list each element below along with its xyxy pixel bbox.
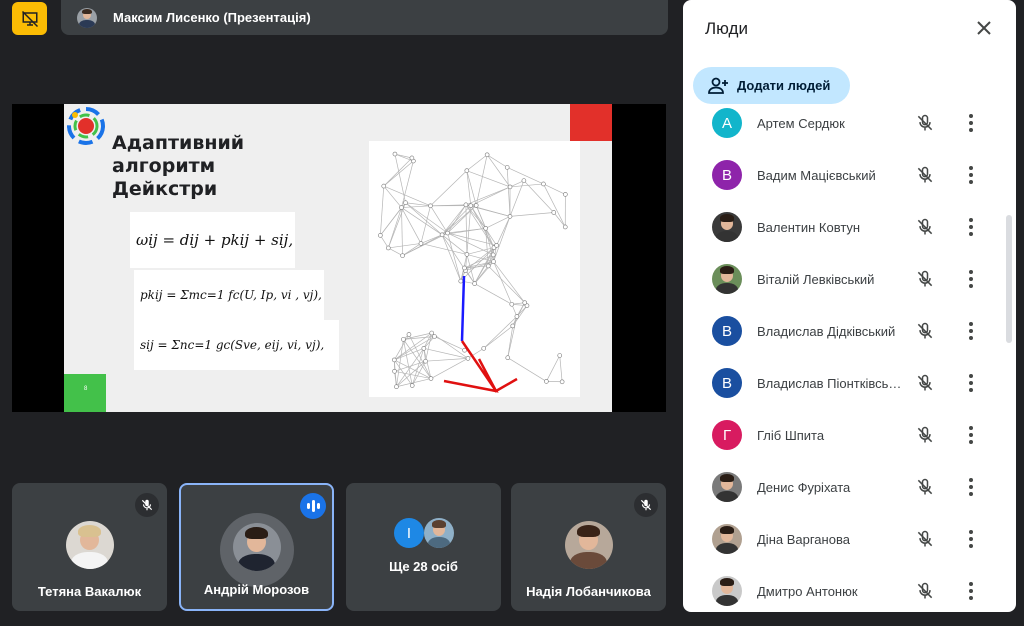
mic-off-icon[interactable] [915,321,935,341]
avatar [564,521,613,569]
person-name: Дмитро Антонюк [757,583,858,599]
formula-p: pkij = Σmc=1 fc(U, Ip, vi , vj), [134,270,324,320]
person-name: Вадим Мацієвський [757,167,876,183]
more-options-icon[interactable] [961,425,981,445]
mic-off-icon[interactable] [915,113,935,133]
mic-off-icon [135,493,159,517]
avatar [712,524,742,554]
slide-title: Адаптивний алгоритм Дейкстри [112,132,245,200]
list-item[interactable]: Діна Варганова [683,513,1001,565]
avatar-initial: І [394,518,424,548]
participant-tile[interactable]: Надія Лобанчикова [511,483,666,611]
mic-off-icon[interactable] [915,581,935,601]
mic-off-icon[interactable] [915,529,935,549]
more-options-icon[interactable] [961,581,981,601]
list-item[interactable]: Денис Фуріхата [683,461,1001,513]
avatar: Г [712,420,742,450]
people-list[interactable]: А Артем Сердюк В Вадим Мацієвський Валентин … [683,108,1001,612]
participant-name: Андрій Морозов [203,582,310,597]
person-name: Діна Варганова [757,531,850,547]
slide-red-accent [570,104,612,141]
formula-weight: ωij = dij + pkij + sij, [130,212,295,268]
list-item[interactable]: В Владислав Піонтківський [683,357,1001,409]
avatar: А [712,108,742,138]
mic-off-icon[interactable] [915,217,935,237]
list-item[interactable]: В Вадим Мацієвський [683,149,1001,201]
person-name: Віталій Левківський [757,271,875,287]
participant-name: Тетяна Вакалюк [37,584,142,599]
university-logo-icon [67,107,105,145]
panel-title: Люди [705,19,748,38]
close-icon[interactable] [972,16,996,40]
avatar [712,472,742,502]
scrollbar[interactable] [1006,215,1012,343]
avatar: В [712,160,742,190]
avatar: В [712,368,742,398]
more-participants-tile[interactable]: І Ще 28 осіб [346,483,501,611]
avatar [712,264,742,294]
formula-s: sij = Σnc=1 gc(Sve, eij, vi, vj), [134,320,339,370]
more-options-icon[interactable] [961,321,981,341]
person-name: Гліб Шпита [757,427,825,443]
slide-page-number: 8 [84,386,88,392]
list-item[interactable]: В Владислав Дідківський [683,305,1001,357]
mic-off-icon[interactable] [915,477,935,497]
people-panel: Люди Додати людей А Артем Сердюк В Вадим Ма… [683,0,1016,612]
slide: Адаптивний алгоритм Дейкстри ωij = dij +… [64,104,612,412]
avatar [712,576,742,606]
more-options-icon[interactable] [961,217,981,237]
list-item[interactable]: Г Гліб Шпита [683,409,1001,461]
person-name: Владислав Дідківський [757,323,896,339]
more-options-icon[interactable] [961,373,981,393]
person-name: Артем Сердюк [757,115,845,131]
mic-off-icon[interactable] [915,425,935,445]
network-graph [369,141,580,397]
speaking-indicator-icon [300,493,326,519]
person-name: Владислав Піонтківський [757,375,905,391]
add-people-label: Додати людей [737,78,831,93]
list-item[interactable]: А Артем Сердюк [683,108,1001,149]
avatar [424,518,454,548]
more-options-icon[interactable] [961,529,981,549]
slide-green-accent: 8 [64,374,106,412]
more-options-icon[interactable] [961,113,981,133]
avatar [65,521,114,569]
more-options-icon[interactable] [961,165,981,185]
presenter-banner[interactable]: Максим Лисенко (Презентація) [61,0,668,35]
list-item[interactable]: Валентин Ковтун [683,201,1001,253]
person-name: Валентин Ковтун [757,219,861,235]
person-name: Денис Фуріхата [757,479,851,495]
mic-off-icon[interactable] [915,373,935,393]
participant-tile-active[interactable]: Андрій Морозов [179,483,334,611]
mic-off-icon[interactable] [915,165,935,185]
avatar [712,212,742,242]
avatar [232,523,281,571]
presentation-stage[interactable]: Адаптивний алгоритм Дейкстри ωij = dij +… [12,104,666,412]
more-options-icon[interactable] [961,477,981,497]
add-people-button[interactable]: Додати людей [693,67,850,104]
list-item[interactable]: Віталій Левківський [683,253,1001,305]
mic-off-icon[interactable] [915,269,935,289]
participant-tile[interactable]: Тетяна Вакалюк [12,483,167,611]
presenter-avatar [77,7,97,28]
presentation-off-icon[interactable] [12,2,47,35]
more-participants-label: Ще 28 осіб [389,559,458,574]
mic-off-icon [634,493,658,517]
avatar: В [712,316,742,346]
presenter-name: Максим Лисенко (Презентація) [113,10,311,25]
participant-name: Надія Лобанчикова [526,584,651,599]
add-person-icon [708,77,728,94]
more-options-icon[interactable] [961,269,981,289]
list-item[interactable]: Дмитро Антонюк [683,565,1001,612]
